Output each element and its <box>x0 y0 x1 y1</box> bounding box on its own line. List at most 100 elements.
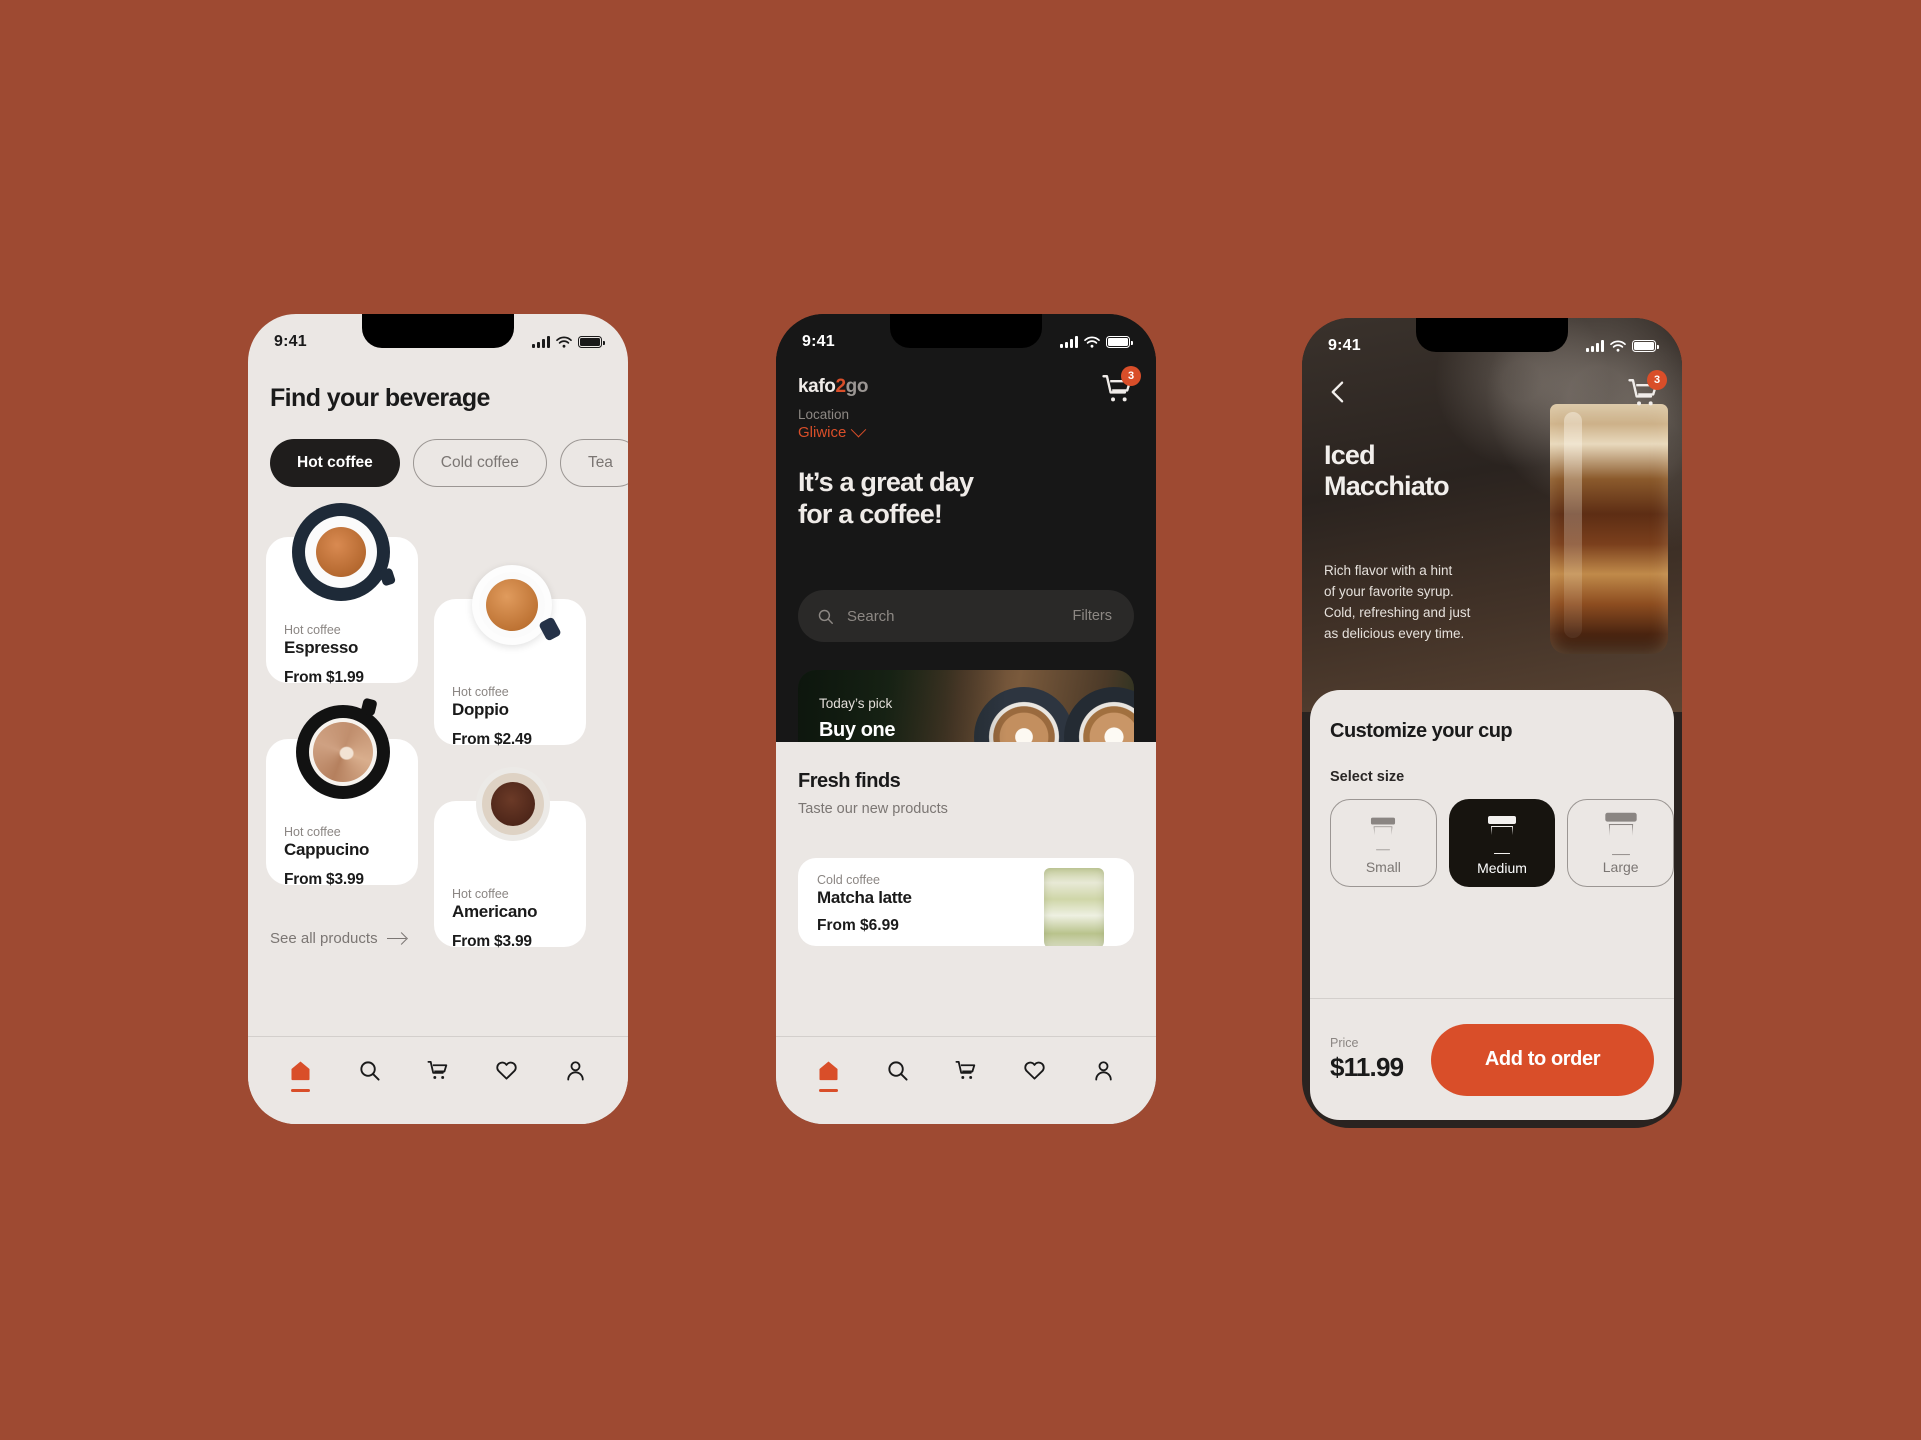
matcha-latte-image <box>1044 868 1104 946</box>
heart-icon <box>496 1061 517 1080</box>
product-name: Cappucino <box>284 840 370 859</box>
iced-macchiato-image <box>1550 404 1668 654</box>
headline: It’s a great day for a coffee! <box>798 467 974 529</box>
bottom-nav <box>248 1036 628 1124</box>
status-time: 9:41 <box>1328 337 1361 354</box>
cup-icon <box>1370 817 1396 851</box>
product-category: Hot coffee <box>452 887 509 901</box>
chip-cold-coffee[interactable]: Cold coffee <box>412 439 547 487</box>
see-all-label: See all products <box>270 930 378 947</box>
arrow-right-icon <box>386 932 407 946</box>
product-title: Iced Macchiato <box>1324 440 1450 502</box>
category-chip-group: Hot coffee Cold coffee Tea <box>270 439 628 487</box>
wifi-icon <box>1610 340 1626 352</box>
cart-button[interactable]: 3 <box>1626 370 1667 410</box>
product-name: Doppio <box>452 700 509 719</box>
nav-home[interactable] <box>806 1059 850 1092</box>
nav-active-indicator <box>818 1089 838 1092</box>
phone-find-beverage: 9:41 Find your beverage Hot coffee Cold … <box>248 314 628 1124</box>
heart-icon <box>1024 1061 1045 1080</box>
price-label: Price <box>1330 1036 1359 1050</box>
cart-icon <box>955 1060 976 1079</box>
battery-icon <box>578 336 605 348</box>
battery-icon <box>1632 340 1659 352</box>
home-icon <box>819 1061 838 1081</box>
doppio-cup-image <box>472 565 562 645</box>
location-selector[interactable]: Gliwice <box>798 421 1156 441</box>
product-category: Hot coffee <box>284 825 341 839</box>
status-time: 9:41 <box>802 333 835 350</box>
section-subtitle: Taste our new products <box>798 801 948 817</box>
hero-image <box>1302 318 1682 712</box>
home-icon <box>291 1061 310 1081</box>
cellular-bars-icon <box>1060 336 1078 348</box>
chevron-down-icon <box>851 421 867 438</box>
product-name: Espresso <box>284 638 359 657</box>
chip-hot-coffee[interactable]: Hot coffee <box>270 439 400 487</box>
nav-profile[interactable] <box>554 1059 598 1082</box>
search-icon <box>818 609 833 624</box>
status-time: 9:41 <box>274 333 307 350</box>
logo-part-2: 2 <box>835 376 846 397</box>
search-icon <box>888 1061 908 1081</box>
cart-button[interactable]: 3 <box>1100 366 1141 406</box>
size-label: Medium <box>1477 860 1527 876</box>
location-value: Gliwice <box>798 424 847 441</box>
search-icon <box>360 1061 380 1081</box>
product-price: From $3.99 <box>452 933 532 950</box>
section-title: Fresh finds <box>798 770 901 792</box>
person-icon <box>1095 1061 1112 1081</box>
search-bar[interactable]: Search Filters <box>798 590 1134 642</box>
size-label: Large <box>1602 859 1639 875</box>
cart-icon <box>427 1060 448 1079</box>
person-icon <box>567 1061 584 1081</box>
nav-favorites[interactable] <box>1013 1059 1057 1082</box>
status-bar: 9:41 <box>248 314 628 360</box>
chevron-left-icon <box>1331 381 1344 403</box>
nav-search[interactable] <box>347 1059 391 1082</box>
cappucino-cup-image <box>296 697 390 799</box>
back-button[interactable] <box>1324 378 1352 406</box>
location-label: Location <box>798 407 850 422</box>
americano-cup-image <box>476 767 550 841</box>
nav-profile[interactable] <box>1082 1059 1126 1082</box>
cart-badge: 3 <box>1647 370 1667 390</box>
price-value: $11.99 <box>1330 1052 1404 1082</box>
size-option-small[interactable]: Small <box>1330 799 1437 887</box>
chip-tea[interactable]: Tea <box>559 439 628 487</box>
nav-favorites[interactable] <box>485 1059 529 1082</box>
product-description: Rich flavor with a hint of your favorite… <box>1324 563 1471 641</box>
size-option-group: Small Medium Large <box>1330 799 1674 887</box>
customize-sheet: Customize your cup Select size Small Med… <box>1310 690 1674 1120</box>
product-card-matcha-latte[interactable]: Cold coffee Matcha latte From $6.99 <box>798 858 1134 946</box>
nav-cart[interactable] <box>944 1059 988 1082</box>
wifi-icon <box>1084 336 1100 348</box>
search-input[interactable]: Search <box>847 608 895 625</box>
size-option-large[interactable]: Large <box>1567 799 1674 887</box>
status-bar: 9:41 <box>1302 318 1682 364</box>
nav-cart[interactable] <box>416 1059 460 1082</box>
nav-home[interactable] <box>278 1059 322 1092</box>
logo-part-3: go <box>845 376 869 397</box>
select-size-label: Select size <box>1330 769 1405 785</box>
espresso-cup-image <box>292 503 397 601</box>
wifi-icon <box>556 336 572 348</box>
price-block: Price $11.99 <box>1330 1036 1404 1083</box>
phone-product-detail: 9:41 3 Iced Macchiato Rich flavor with a… <box>1302 318 1682 1128</box>
nav-search[interactable] <box>875 1059 919 1082</box>
purchase-bar: Price $11.99 Add to order <box>1310 998 1674 1120</box>
status-bar: 9:41 <box>776 314 1156 360</box>
promo-kicker: Today’s pick <box>819 696 893 711</box>
cup-icon <box>1487 816 1517 854</box>
cart-badge: 3 <box>1121 366 1141 386</box>
nav-active-indicator <box>290 1089 310 1092</box>
cellular-bars-icon <box>1586 340 1604 352</box>
product-price: From $1.99 <box>284 669 364 686</box>
customize-title: Customize your cup <box>1330 720 1513 742</box>
add-to-order-button[interactable]: Add to order <box>1431 1023 1654 1096</box>
product-grid: Hot coffee Espresso From $1.99 Hot coffe… <box>248 503 628 950</box>
product-name: Americano <box>452 902 538 921</box>
product-category: Hot coffee <box>284 623 341 637</box>
size-option-medium[interactable]: Medium <box>1448 799 1556 887</box>
filters-button[interactable]: Filters <box>1073 608 1112 624</box>
